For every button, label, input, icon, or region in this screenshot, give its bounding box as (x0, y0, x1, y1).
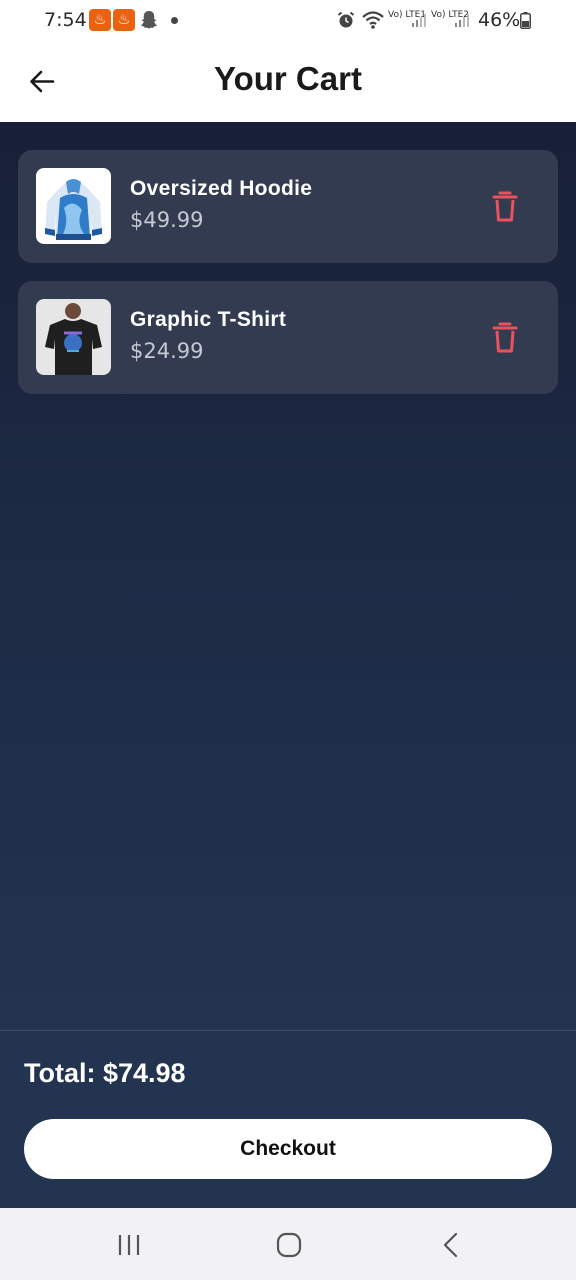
battery-icon (520, 12, 531, 29)
ghost-app-icon (141, 11, 157, 29)
cart-item[interactable]: Graphic T-Shirt $24.99 (18, 281, 558, 394)
item-name: Graphic T-Shirt (130, 308, 287, 331)
cart-list: Oversized Hoodie $49.99 Graphic T-Shirt … (0, 122, 576, 1030)
trash-icon[interactable] (488, 190, 522, 224)
tshirt-image (36, 299, 111, 375)
cart-total: Total: $74.98 (24, 1058, 186, 1088)
trash-icon[interactable] (488, 321, 522, 355)
fire-app-notification-icon: ♨ (113, 9, 135, 31)
page-title: Your Cart (214, 60, 362, 97)
item-price: $24.99 (130, 339, 204, 363)
cart-footer: Total: $74.98 Checkout (0, 1030, 576, 1208)
fire-app-notification-icon: ♨ (89, 9, 111, 31)
alarm-icon (337, 11, 355, 28)
item-name: Oversized Hoodie (130, 177, 313, 200)
hoodie-image (36, 168, 111, 244)
notification-dot (171, 17, 178, 24)
checkout-button[interactable]: Checkout (24, 1119, 552, 1179)
battery-percentage: 46% (478, 9, 521, 31)
item-price: $49.99 (130, 208, 204, 232)
cart-item[interactable]: Oversized Hoodie $49.99 (18, 150, 558, 263)
wifi-icon (362, 11, 384, 29)
status-bar: 7:54 ♨ ♨ Vo) LTE1 Vo) LTE2 46% (0, 0, 576, 42)
app-bar: Your Cart (0, 42, 576, 122)
signal-strength-icon (455, 14, 469, 27)
system-nav-bar (0, 1208, 576, 1280)
recent-apps-icon[interactable] (114, 1230, 144, 1260)
home-icon[interactable] (274, 1230, 304, 1260)
status-time: 7:54 (44, 9, 87, 31)
back-nav-icon[interactable] (436, 1230, 466, 1260)
signal-strength-icon (412, 14, 426, 27)
